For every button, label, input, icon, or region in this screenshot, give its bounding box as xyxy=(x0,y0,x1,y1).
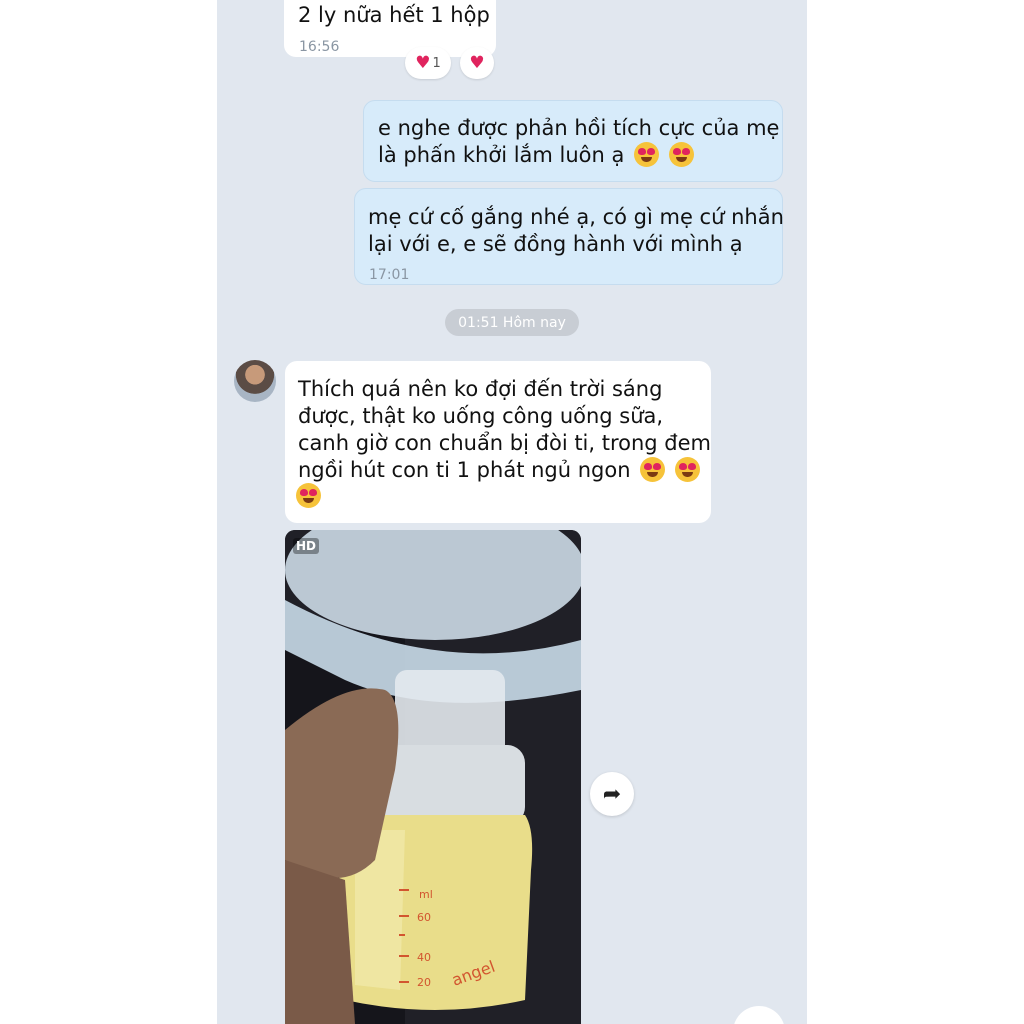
message-time: 17:01 xyxy=(369,267,410,283)
message-bubble-outgoing[interactable]: mẹ cứ cố gắng nhé ạ, có gì mẹ cứ nhắn lạ… xyxy=(354,188,784,285)
heart-icon: ♥ xyxy=(415,53,431,73)
message-text-line: được, thật ko uống công uống sữa, xyxy=(298,404,664,428)
message-text-line: là phấn khởi lắm luôn ạ xyxy=(378,143,625,167)
message-bubble-outgoing[interactable]: e nghe được phản hồi tích cực của mẹ là … xyxy=(363,100,783,182)
message-text-line: canh giờ con chuẩn bị đòi ti, trong đem xyxy=(298,431,712,455)
reaction-heart-count[interactable]: ♥ 1 xyxy=(405,47,451,79)
message-text-line: Thích quá nên ko đợi đến trời sáng xyxy=(298,377,663,401)
message-text: 2 ly nữa hết 1 hộp xyxy=(298,3,490,27)
bottle-mark-label: 40 xyxy=(417,951,431,964)
message-bubble-incoming[interactable]: Thích quá nên ko đợi đến trời sáng được,… xyxy=(285,361,711,523)
bottle-mark-label: 20 xyxy=(417,976,431,989)
message-text-line: mẹ cứ cố gắng nhé ạ, có gì mẹ cứ nhắn xyxy=(368,205,784,229)
share-button[interactable]: ➦ xyxy=(590,772,634,816)
chat-thread[interactable]: 2 ly nữa hết 1 hộp 16:56 ♥ 1 ♥ e nghe đư… xyxy=(217,0,807,1024)
breast-pump-bottle-image: ml 60 40 20 angel xyxy=(285,530,581,1024)
floating-button[interactable] xyxy=(733,1006,785,1024)
share-arrow-icon: ➦ xyxy=(602,781,622,807)
heart-eyes-emoji-icon xyxy=(640,457,666,482)
message-bubble-incoming[interactable]: 2 ly nữa hết 1 hộp 16:56 xyxy=(284,0,496,57)
message-text-line: e nghe được phản hồi tích cực của mẹ xyxy=(378,116,780,140)
heart-eyes-emoji-icon xyxy=(634,142,660,167)
heart-eyes-emoji-icon xyxy=(296,483,321,508)
hd-badge: HD xyxy=(293,538,320,554)
bottle-unit-label: ml xyxy=(419,888,433,901)
message-text-line: lại với e, e sẽ đồng hành với mình ạ xyxy=(368,232,743,256)
date-separator: 01:51 Hôm nay xyxy=(445,309,579,336)
message-text-line: ngồi hút con ti 1 phát ngủ ngon xyxy=(298,458,631,482)
reaction-heart-button[interactable]: ♥ xyxy=(460,47,494,79)
bottle-mark-label: 60 xyxy=(417,911,431,924)
heart-icon: ♥ xyxy=(469,53,485,73)
reaction-count: 1 xyxy=(432,55,441,71)
message-time: 16:56 xyxy=(299,39,340,55)
photo-message[interactable]: ml 60 40 20 angel HD xyxy=(285,530,581,1024)
heart-eyes-emoji-icon xyxy=(674,457,700,482)
avatar[interactable] xyxy=(234,360,276,402)
heart-eyes-emoji-icon xyxy=(668,142,694,167)
